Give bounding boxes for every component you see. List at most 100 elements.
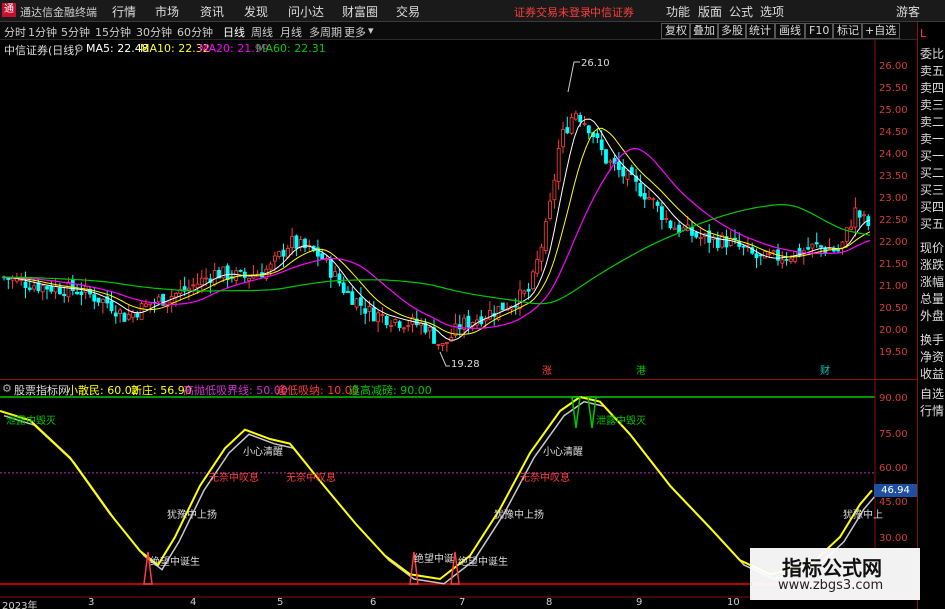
candle-body bbox=[561, 129, 565, 148]
candle-body bbox=[101, 298, 105, 303]
candle-body bbox=[376, 312, 381, 323]
candle-body bbox=[23, 281, 28, 289]
panel-item[interactable]: 卖一 bbox=[920, 131, 945, 147]
candle-body bbox=[238, 269, 243, 272]
indicator-axis-label: 45.00 bbox=[879, 497, 908, 508]
candle-body bbox=[122, 312, 127, 322]
panel-item[interactable]: 买四 bbox=[920, 199, 945, 215]
candle-body bbox=[341, 282, 346, 293]
panel-item[interactable]: 卖二 bbox=[920, 114, 945, 130]
candle-body bbox=[638, 182, 643, 197]
indicator-line-main bbox=[0, 395, 873, 581]
chart-canvas[interactable]: 26.00 25.50 25.00 24.50 24.00 23.50 23.0… bbox=[0, 0, 917, 609]
candle-body bbox=[156, 296, 161, 303]
panel-item[interactable]: 外盘 bbox=[920, 308, 945, 324]
candle-body bbox=[247, 277, 252, 281]
candle-body bbox=[32, 285, 36, 290]
candle-body bbox=[62, 293, 67, 297]
candle-body bbox=[767, 253, 772, 256]
candle-body bbox=[328, 258, 333, 278]
candle-body bbox=[647, 197, 651, 200]
x-axis-label: 3 bbox=[88, 597, 95, 608]
top-signal-spike bbox=[587, 396, 597, 429]
panel-item[interactable]: 卖四 bbox=[920, 80, 945, 96]
signal-label: 犹豫中上扬 bbox=[167, 508, 217, 521]
event-marker[interactable]: 涨 bbox=[542, 365, 552, 377]
candle-body bbox=[204, 277, 209, 280]
candle-body bbox=[393, 318, 398, 323]
panel-tab-watchlist[interactable]: 自选 bbox=[920, 386, 945, 402]
price-axis-label: 25.00 bbox=[879, 105, 908, 116]
event-marker[interactable]: 财 bbox=[820, 364, 830, 377]
watermark-title: 指标公式网 bbox=[782, 556, 882, 580]
indicator-current-value: 46.94 bbox=[874, 484, 917, 497]
candle-body bbox=[578, 115, 583, 122]
price-axis-label: 22.00 bbox=[879, 237, 908, 248]
panel-item[interactable]: 换手 bbox=[920, 332, 945, 348]
panel-item[interactable]: 现价 bbox=[920, 240, 945, 256]
price-axis-label: 19.50 bbox=[879, 347, 908, 358]
candle-body bbox=[698, 237, 703, 239]
candle-body bbox=[784, 259, 789, 261]
candle-body bbox=[49, 286, 54, 292]
candle-body bbox=[457, 324, 462, 330]
price-axis-label: 21.50 bbox=[879, 259, 908, 270]
candle-body bbox=[556, 148, 561, 182]
candle-body bbox=[625, 170, 630, 180]
candle-body bbox=[432, 327, 436, 344]
candle-body bbox=[853, 207, 858, 228]
panel-item[interactable]: 买一 bbox=[920, 148, 945, 164]
panel-item[interactable]: 委比 bbox=[920, 46, 945, 62]
candle-body bbox=[664, 218, 669, 220]
candle-body bbox=[741, 245, 746, 248]
price-axis-label: 23.00 bbox=[879, 193, 908, 204]
candle-body bbox=[668, 220, 673, 229]
price-axis-label: 26.00 bbox=[879, 61, 908, 72]
candle-body bbox=[401, 327, 406, 330]
candle-body bbox=[199, 277, 204, 286]
candle-body bbox=[350, 291, 355, 305]
candle-body bbox=[522, 290, 527, 294]
candle-body bbox=[771, 250, 776, 253]
candle-body bbox=[543, 221, 548, 251]
panel-item[interactable]: 卖三 bbox=[920, 97, 945, 113]
panel-item[interactable]: 涨跌 bbox=[920, 257, 945, 273]
panel-item[interactable]: 卖五 bbox=[920, 63, 945, 79]
candle-body bbox=[358, 297, 363, 306]
panel-item[interactable]: 净资 bbox=[920, 349, 945, 365]
candle-body bbox=[599, 139, 604, 150]
panel-tab-quotes[interactable]: 行情 bbox=[920, 403, 945, 419]
candle-body bbox=[268, 263, 273, 270]
price-axis-label: 22.50 bbox=[879, 215, 908, 226]
candle-body bbox=[272, 255, 277, 262]
candle-body bbox=[371, 307, 376, 322]
candle-body bbox=[186, 287, 191, 291]
candle-body bbox=[92, 294, 97, 302]
candle-body bbox=[148, 303, 153, 306]
watermark: 指标公式网 www.zbgs3.com bbox=[750, 548, 920, 600]
candle-body bbox=[389, 324, 393, 327]
event-marker[interactable]: 港 bbox=[636, 365, 646, 377]
candle-body bbox=[75, 291, 79, 295]
candle-body bbox=[221, 266, 226, 279]
candle-body bbox=[608, 160, 613, 163]
x-axis-label: 2023年 bbox=[2, 601, 38, 609]
panel-item[interactable]: 买五 bbox=[920, 216, 945, 232]
price-axis-label: 20.50 bbox=[879, 303, 908, 314]
candle-body bbox=[694, 232, 699, 238]
panel-item[interactable]: 买二 bbox=[920, 165, 945, 181]
signal-label: 泄露中毁灭 bbox=[596, 414, 646, 427]
signal-label: 无奈中叹息 bbox=[209, 471, 259, 484]
candle-body bbox=[27, 287, 32, 290]
panel-item[interactable]: 收益 bbox=[920, 366, 945, 382]
panel-level-icon[interactable]: L bbox=[920, 26, 945, 42]
candle-body bbox=[565, 127, 570, 134]
price-axis-label: 24.50 bbox=[879, 127, 908, 138]
panel-item[interactable]: 总量 bbox=[920, 291, 945, 307]
candle-body bbox=[320, 253, 325, 260]
panel-item[interactable]: 买三 bbox=[920, 182, 945, 198]
candle-body bbox=[131, 312, 135, 318]
panel-item[interactable]: 涨幅 bbox=[920, 274, 945, 290]
price-axis-label: 21.00 bbox=[879, 281, 908, 292]
x-axis-label: 7 bbox=[459, 597, 466, 608]
